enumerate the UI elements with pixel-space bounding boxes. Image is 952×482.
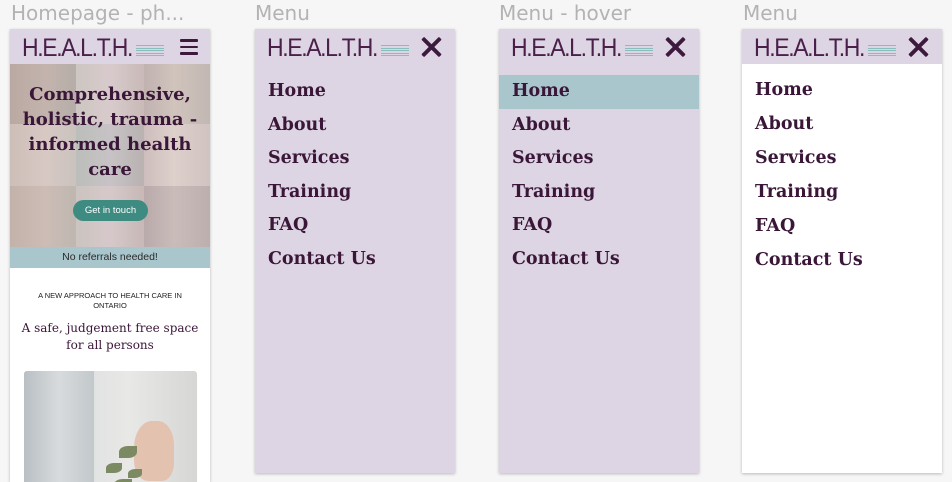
logo[interactable]: H.E.A.L.T.H. [22,32,164,62]
menu-item-home-hovered[interactable]: Home [499,75,699,109]
logo[interactable]: H.E.A.L.T.H. [511,32,653,62]
menu-item-about[interactable]: About [742,107,942,141]
homepage-frame: H.E.A.L.T.H. Comprehensive, holistic, tr… [10,29,210,482]
logo-wordmark: H.E.A.L.T.H. [754,34,865,62]
menu-item-training[interactable]: Training [255,176,455,210]
menu-item-faq[interactable]: FAQ [742,209,942,243]
logo-wordmark: H.E.A.L.T.H. [267,34,378,62]
menu-item-contact-us[interactable]: Contact Us [742,243,942,277]
header-bar: H.E.A.L.T.H. [255,29,455,64]
header-bar: H.E.A.L.T.H. [499,29,699,64]
intro-subhead: A safe, judgement free space for all per… [21,321,199,352]
frame-label-menu-white: Menu [743,1,798,25]
logo-tagline-graphic [624,45,653,59]
logo[interactable]: H.E.A.L.T.H. [267,32,409,62]
hamburger-menu-icon[interactable] [180,39,198,55]
logo[interactable]: H.E.A.L.T.H. [754,32,896,62]
intro-kicker: A NEW APPROACH TO HEALTH CARE IN ONTARIO [38,291,182,310]
nav-menu: Home About Services Training FAQ Contact… [742,73,942,277]
feature-photo [24,371,197,482]
logo-tagline-graphic [867,45,896,59]
logo-tagline-graphic [135,45,164,59]
menu-item-services[interactable]: Services [499,142,699,176]
menu-item-faq[interactable]: FAQ [255,209,455,243]
menu-item-contact-us[interactable]: Contact Us [255,243,455,277]
nav-menu: Home About Services Training FAQ Contact… [499,75,699,276]
logo-wordmark: H.E.A.L.T.H. [22,34,133,62]
close-icon[interactable] [907,36,929,58]
menu-item-training[interactable]: Training [499,176,699,210]
menu-item-about[interactable]: About [255,109,455,143]
header-bar: H.E.A.L.T.H. [742,29,942,64]
menu-item-about[interactable]: About [499,109,699,143]
menu-item-faq[interactable]: FAQ [499,209,699,243]
menu-hover-frame: H.E.A.L.T.H. Home About Services Trainin… [499,29,699,473]
close-icon[interactable] [664,36,686,58]
nav-menu: Home About Services Training FAQ Contact… [255,75,455,276]
hero-title: Comprehensive, holistic, trauma - inform… [22,84,198,180]
frame-label-menu: Menu [255,1,310,25]
hero-section: Comprehensive, holistic, trauma - inform… [10,64,210,247]
frame-label-menu-hover: Menu - hover [499,1,632,25]
menu-item-training[interactable]: Training [742,175,942,209]
frame-label-homepage: Homepage - ph... [11,1,185,25]
menu-white-frame: H.E.A.L.T.H. Home About Services Trainin… [742,29,942,473]
header-bar: H.E.A.L.T.H. [10,29,210,64]
menu-item-home[interactable]: Home [742,73,942,107]
menu-item-services[interactable]: Services [255,142,455,176]
menu-frame: H.E.A.L.T.H. Home About Services Trainin… [255,29,455,473]
menu-item-home[interactable]: Home [255,75,455,109]
logo-wordmark: H.E.A.L.T.H. [511,34,622,62]
get-in-touch-button[interactable]: Get in touch [73,200,148,221]
menu-item-services[interactable]: Services [742,141,942,175]
menu-item-contact-us[interactable]: Contact Us [499,243,699,277]
close-icon[interactable] [420,36,442,58]
no-referrals-banner: No referrals needed! [10,247,210,268]
logo-tagline-graphic [380,45,409,59]
